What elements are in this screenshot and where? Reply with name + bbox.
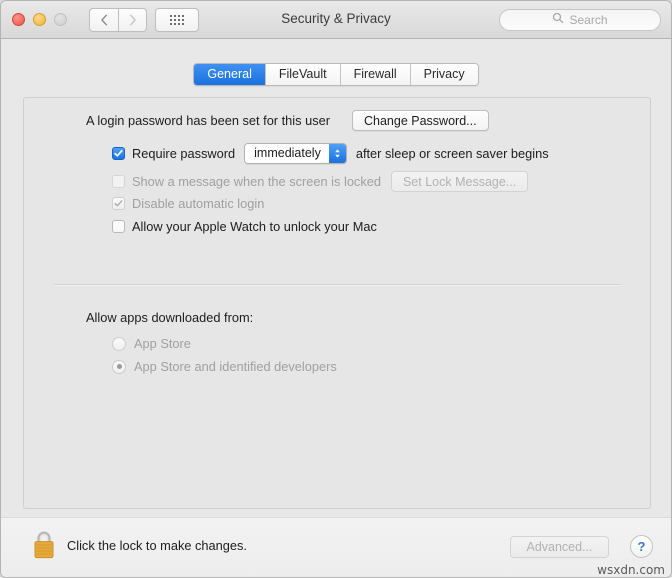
require-password-label: Require password: [132, 146, 236, 161]
general-pane: A login password has been set for this u…: [23, 97, 651, 509]
help-button[interactable]: ?: [630, 535, 653, 558]
login-password-status: A login password has been set for this u…: [86, 113, 330, 128]
chevron-up-down-icon: [328, 144, 346, 163]
set-lock-message-button: Set Lock Message...: [390, 171, 529, 192]
search-icon: [552, 11, 564, 29]
apple-watch-row: Allow your Apple Watch to unlock your Ma…: [112, 219, 377, 234]
allow-apps-heading: Allow apps downloaded from:: [86, 310, 254, 325]
login-password-row: A login password has been set for this u…: [86, 110, 489, 131]
disable-auto-login-row: Disable automatic login: [112, 196, 264, 211]
radio-selected-dot: [116, 364, 122, 369]
lock-closed-icon[interactable]: [29, 528, 59, 562]
tab-privacy[interactable]: Privacy: [410, 64, 478, 85]
search-input[interactable]: Search: [499, 9, 661, 31]
window-titlebar: Security & Privacy Search: [1, 1, 671, 39]
section-divider: [54, 284, 620, 286]
app-store-label: App Store: [134, 336, 191, 351]
tab-general[interactable]: General: [194, 64, 266, 85]
preferences-window: Security & Privacy Search General FileVa…: [0, 0, 672, 578]
tab-bar: General FileVault Firewall Privacy: [1, 63, 671, 86]
tab-filevault[interactable]: FileVault: [265, 64, 341, 85]
bottom-bar: Click the lock to make changes. Advanced…: [1, 517, 671, 577]
require-password-interval-value: immediately: [245, 144, 329, 163]
allow-apps-option-app-store: App Store: [112, 336, 191, 351]
watermark: wsxdn.com: [597, 563, 665, 577]
require-password-checkbox[interactable]: [112, 147, 125, 160]
advanced-button: Advanced...: [510, 536, 609, 558]
lock-message-row: Show a message when the screen is locked…: [112, 171, 529, 192]
require-password-suffix: after sleep or screen saver begins: [355, 146, 549, 161]
change-password-button[interactable]: Change Password...: [352, 110, 489, 131]
require-password-interval-select[interactable]: immediately: [244, 143, 347, 164]
app-store-radio: [112, 336, 126, 351]
disable-auto-login-checkbox: [112, 197, 125, 210]
lock-hint-text: Click the lock to make changes.: [67, 538, 247, 553]
disable-auto-login-label: Disable automatic login: [132, 196, 265, 211]
require-password-row: Require password immediately after sleep…: [112, 143, 549, 164]
lock-message-checkbox: [112, 175, 125, 188]
identified-developers-label: App Store and identified developers: [134, 359, 337, 374]
allow-apps-heading-row: Allow apps downloaded from:: [86, 310, 253, 325]
allow-apps-option-identified-developers: App Store and identified developers: [112, 359, 337, 374]
identified-developers-radio: [112, 359, 126, 374]
tab-firewall[interactable]: Firewall: [340, 64, 411, 85]
search-placeholder: Search: [569, 13, 608, 27]
apple-watch-checkbox[interactable]: [112, 220, 125, 233]
lock-message-label: Show a message when the screen is locked: [132, 174, 381, 189]
apple-watch-label: Allow your Apple Watch to unlock your Ma…: [132, 219, 377, 234]
